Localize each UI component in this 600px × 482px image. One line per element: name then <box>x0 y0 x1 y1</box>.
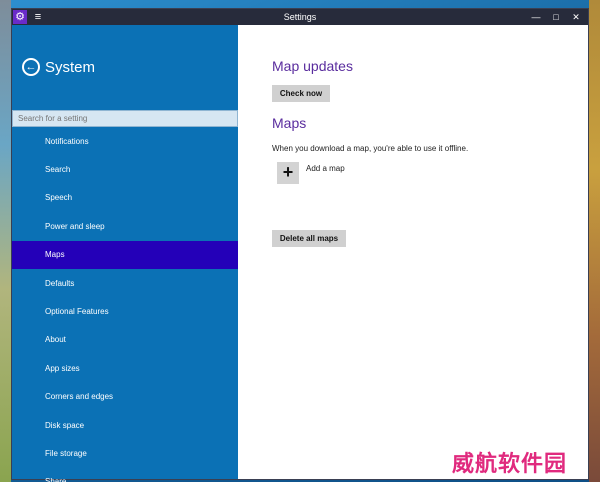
plus-icon[interactable]: + <box>277 162 299 184</box>
sidebar-item-file-storage[interactable]: File storage <box>12 439 238 467</box>
sidebar-item-search[interactable]: Search <box>12 155 238 183</box>
section-title: System <box>45 58 96 76</box>
sidebar-item-speech[interactable]: Speech <box>12 184 238 212</box>
watermark: 威航软件园 <box>452 452 568 477</box>
sidebar-item-share[interactable]: Share <box>12 468 238 482</box>
sidebar-item-corners-and-edges[interactable]: Corners and edges <box>12 383 238 411</box>
sidebar: ← System Notifications Search Speech Pow… <box>12 25 238 482</box>
sidebar-item-notifications[interactable]: Notifications <box>12 127 238 155</box>
map-updates-heading: Map updates <box>272 58 353 74</box>
maps-heading: Maps <box>272 115 307 131</box>
main-content: Map updates Check now Maps When you down… <box>238 25 588 479</box>
wallpaper-right-edge <box>589 0 600 482</box>
sidebar-item-defaults[interactable]: Defaults <box>12 269 238 297</box>
check-now-button[interactable]: Check now <box>272 85 330 102</box>
maps-description: When you download a map, you're able to … <box>272 144 469 153</box>
title-bar[interactable]: ⚙ ≡ Settings — □ ✕ <box>12 9 588 25</box>
sidebar-item-disk-space[interactable]: Disk space <box>12 411 238 439</box>
sidebar-item-power-and-sleep[interactable]: Power and sleep <box>12 212 238 240</box>
add-map-label[interactable]: Add a map <box>306 164 345 173</box>
sidebar-item-optional-features[interactable]: Optional Features <box>12 297 238 325</box>
wallpaper-left-edge <box>0 0 11 482</box>
window-title: Settings <box>283 12 317 22</box>
close-button[interactable]: ✕ <box>566 9 586 25</box>
sidebar-nav: Notifications Search Speech Power and sl… <box>12 127 238 482</box>
sidebar-item-maps[interactable]: Maps <box>12 240 238 269</box>
settings-window: ⚙ ≡ Settings — □ ✕ ← System Notification… <box>11 8 589 482</box>
maximize-button[interactable]: □ <box>546 9 566 25</box>
sidebar-item-about[interactable]: About <box>12 326 238 354</box>
add-map-button[interactable]: + Add a map <box>277 162 345 184</box>
sidebar-item-app-sizes[interactable]: App sizes <box>12 354 238 382</box>
search-input[interactable] <box>12 110 238 127</box>
back-row: ← System <box>22 55 95 79</box>
minimize-button[interactable]: — <box>526 9 546 25</box>
delete-all-maps-button[interactable]: Delete all maps <box>272 230 346 247</box>
back-arrow-icon[interactable]: ← <box>22 58 40 76</box>
